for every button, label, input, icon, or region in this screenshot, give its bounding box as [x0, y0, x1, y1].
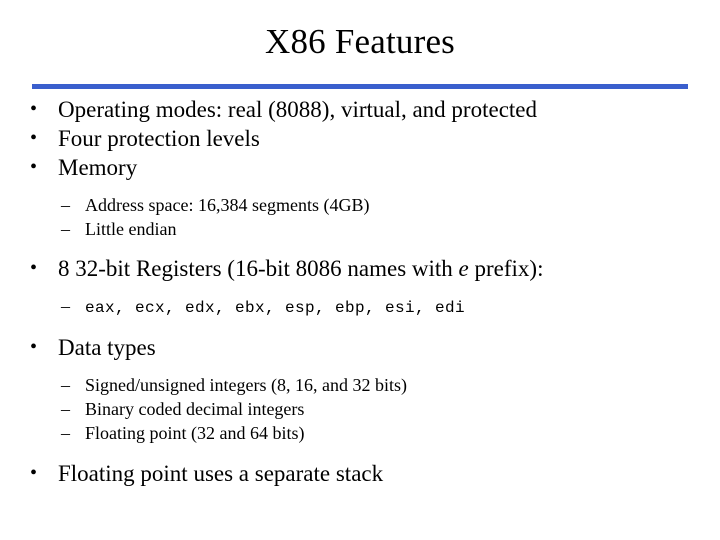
- bullet-marker-icon: •: [30, 462, 38, 484]
- title-divider-rule: [32, 84, 688, 89]
- slide-title-placeholder: X86 Features: [0, 22, 720, 62]
- bullet-marker-icon: •: [30, 98, 38, 120]
- subbullet-text: Floating point (32 and 64 bits): [85, 423, 305, 443]
- bullet-text-part-2: prefix):: [468, 256, 544, 281]
- dash-marker-icon: –: [61, 423, 70, 443]
- bullet-text: Floating point uses a separate stack: [58, 461, 384, 486]
- bullet-data-types: • Data types: [0, 333, 720, 362]
- bullet-operating-modes: • Operating modes: real (8088), virtual,…: [0, 95, 720, 124]
- bullet-text-emphasis: e: [458, 256, 469, 281]
- bullet-marker-icon: •: [30, 156, 38, 178]
- subbullet-text-monospace: eax, ecx, edx, ebx, esp, ebp, esi, edi: [85, 299, 466, 317]
- slide-body-placeholder: • Operating modes: real (8088), virtual,…: [0, 95, 720, 488]
- bullet-registers: • 8 32-bit Registers (16-bit 8086 names …: [0, 254, 720, 283]
- subbullet-little-endian: – Little endian: [0, 217, 720, 241]
- subbullet-text: Binary coded decimal integers: [85, 399, 305, 419]
- subbullet-text: Address space: 16,384 segments (4GB): [85, 195, 370, 215]
- subbullet-floating-point-sizes: – Floating point (32 and 64 bits): [0, 421, 720, 445]
- subbullet-register-names: – eax, ecx, edx, ebx, esp, ebp, esi, edi: [0, 294, 720, 320]
- subbullet-binary-coded-decimal: – Binary coded decimal integers: [0, 397, 720, 421]
- dash-marker-icon: –: [61, 296, 70, 316]
- dash-marker-icon: –: [61, 375, 70, 395]
- bullet-text: Memory: [58, 155, 138, 180]
- bullet-four-protection-levels: • Four protection levels: [0, 124, 720, 153]
- subbullet-text: Little endian: [85, 219, 177, 239]
- bullet-marker-icon: •: [30, 127, 38, 149]
- bullet-text: Four protection levels: [58, 126, 260, 151]
- dash-marker-icon: –: [61, 219, 70, 239]
- bullet-text: Data types: [58, 335, 156, 360]
- bullet-marker-icon: •: [30, 257, 38, 279]
- subbullet-text: Signed/unsigned integers (8, 16, and 32 …: [85, 375, 407, 395]
- dash-marker-icon: –: [61, 195, 70, 215]
- presentation-slide: X86 Features • Operating modes: real (80…: [0, 0, 720, 540]
- page-title: X86 Features: [265, 22, 455, 61]
- bullet-text: Operating modes: real (8088), virtual, a…: [58, 97, 538, 122]
- subbullet-address-space: – Address space: 16,384 segments (4GB): [0, 193, 720, 217]
- bullet-text-part-1: 8 32-bit Registers (16-bit 8086 names wi…: [58, 256, 459, 281]
- bullet-floating-point-stack: • Floating point uses a separate stack: [0, 459, 720, 488]
- subbullet-signed-unsigned-integers: – Signed/unsigned integers (8, 16, and 3…: [0, 373, 720, 397]
- bullet-marker-icon: •: [30, 336, 38, 358]
- bullet-memory: • Memory: [0, 153, 720, 182]
- dash-marker-icon: –: [61, 399, 70, 419]
